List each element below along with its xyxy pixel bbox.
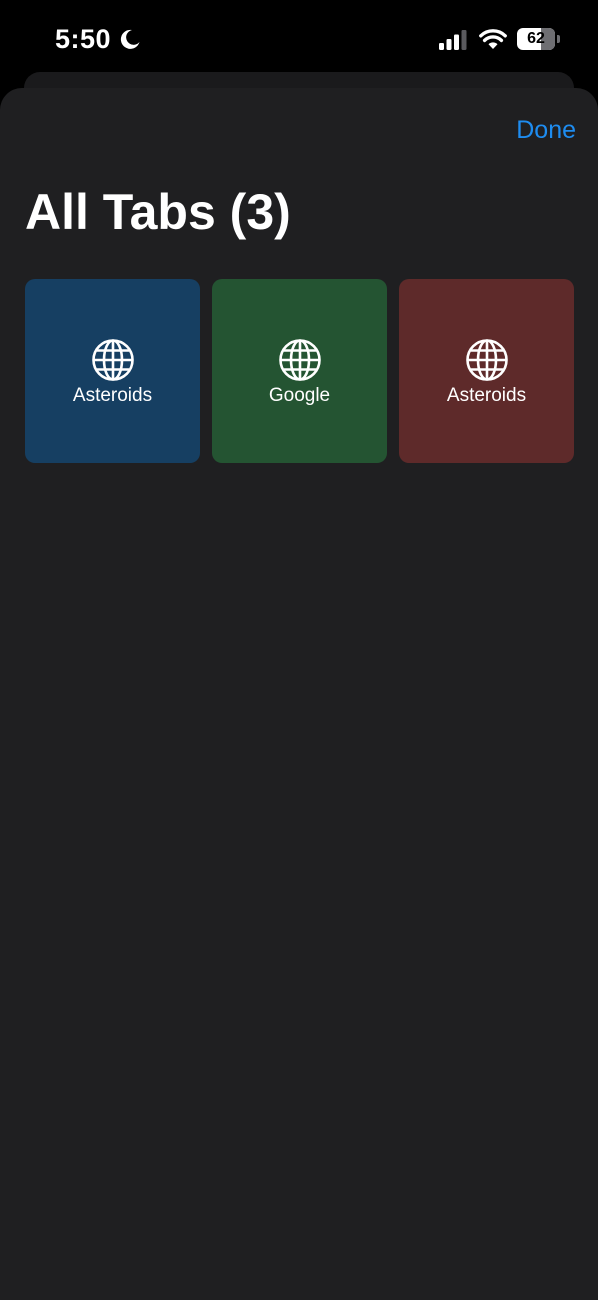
tab-card[interactable]: Asteroids: [399, 279, 574, 463]
tab-grid: Asteroids Google Asteroids: [25, 279, 576, 463]
tab-label: Asteroids: [446, 385, 527, 406]
signal-icon: [439, 30, 467, 50]
tab-card[interactable]: Google: [212, 279, 387, 463]
all-tabs-sheet: Done All Tabs (3) Asteroids Google Aster…: [0, 88, 598, 1300]
status-bar: 5:50 62: [0, 0, 598, 80]
battery-tip: [557, 35, 560, 43]
globe-icon: [279, 339, 321, 381]
battery-icon: 62: [517, 28, 561, 50]
globe-icon: [92, 339, 134, 381]
battery-body: 62: [517, 28, 555, 50]
tab-label: Asteroids: [72, 385, 153, 406]
tab-label: Google: [268, 385, 331, 406]
wifi-icon: [479, 29, 507, 49]
moon-icon: [120, 29, 140, 49]
globe-icon: [466, 339, 508, 381]
status-time: 5:50: [55, 24, 112, 54]
screen: 5:50 62 Done All Tabs (3) Asteroids Goog…: [0, 0, 598, 1300]
tab-card[interactable]: Asteroids: [25, 279, 200, 463]
page-title: All Tabs (3): [25, 184, 291, 240]
done-button[interactable]: Done: [516, 116, 576, 145]
battery-level: 62: [527, 30, 545, 47]
